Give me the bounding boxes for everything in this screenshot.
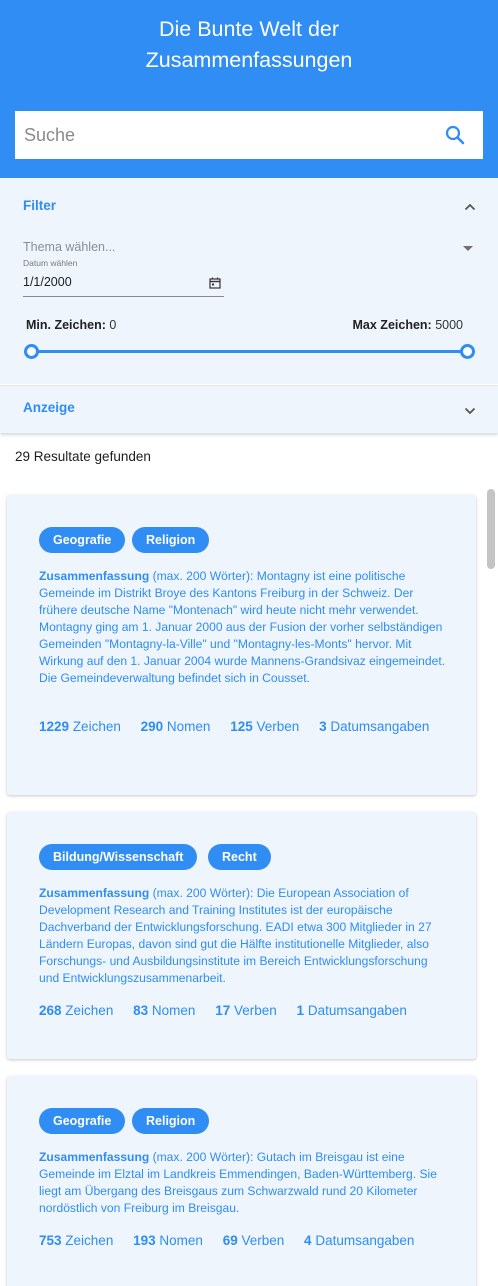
stat-nomen: 290 Nomen	[141, 717, 211, 737]
summary-text: Zusammenfassung (max. 200 Wörter): Gutac…	[39, 1149, 449, 1217]
stat-datum-label: Datumsangaben	[307, 1003, 407, 1018]
stat-verben-value: 125	[230, 719, 253, 734]
tag-chip[interactable]: Bildung/Wissenschaft	[39, 844, 198, 870]
tag-chip[interactable]: Religion	[132, 1108, 210, 1134]
stat-nomen-value: 290	[140, 719, 164, 734]
results-count: 29 Resultate gefunden	[15, 449, 151, 464]
result-card[interactable]: Bildung/Wissenschaft Recht Zusammenfassu…	[7, 812, 476, 1059]
stat-verben: 125 Verben	[230, 717, 299, 737]
search-box	[15, 111, 483, 159]
stat-datum-label: Datumsangaben	[315, 1233, 415, 1248]
stat-datum-value: 1	[296, 1003, 305, 1018]
stat-verben-label: Verben	[256, 719, 300, 734]
max-chars-handle[interactable]	[460, 344, 475, 359]
search-icon[interactable]	[443, 123, 467, 147]
stat-verben-label: Verben	[233, 1003, 277, 1018]
stat-nomen-label: Nomen	[151, 1003, 196, 1018]
max-chars-caption: Max Zeichen:	[352, 318, 432, 332]
stat-zeichen-value: 753	[39, 1233, 62, 1248]
search-input[interactable]	[24, 111, 434, 159]
app-header: Die Bunte Welt der Zusammenfassungen	[0, 0, 498, 178]
stat-datum: 4 Datumsangaben	[304, 1231, 414, 1251]
stat-verben-value: 17	[215, 1003, 231, 1018]
scrollbar-thumb[interactable]	[487, 489, 495, 569]
stat-datum: 3 Datumsangaben	[319, 717, 429, 737]
stat-nomen-label: Nomen	[159, 1233, 203, 1248]
summary-body: (max. 200 Wörter): Montagny ist eine pol…	[39, 569, 446, 685]
summary-text: Zusammenfassung (max. 200 Wörter): Monta…	[39, 568, 449, 687]
stat-verben: 69 Verben	[223, 1231, 285, 1251]
app-title-line-2: Zusammenfassungen	[145, 48, 353, 72]
stat-verben: 17 Verben	[215, 1001, 277, 1021]
caret-down-icon	[463, 246, 473, 251]
anzeige-title[interactable]: Anzeige	[23, 400, 75, 415]
stat-zeichen-label: Zeichen	[65, 1233, 114, 1248]
summary-label: Zusammenfassung	[39, 569, 150, 583]
stats-row: 1229 Zeichen 290 Nomen 125 Verben 3 Datu…	[39, 717, 459, 737]
min-chars-handle[interactable]	[24, 344, 39, 359]
result-card[interactable]: Geografie Religion Zusammenfassung (max.…	[7, 1076, 476, 1286]
min-chars-caption: Min. Zeichen:	[26, 318, 106, 332]
stat-datum-value: 4	[304, 1233, 312, 1248]
summary-body: (max. 200 Wörter): Die European Associat…	[39, 886, 432, 985]
stat-zeichen-value: 1229	[39, 719, 70, 734]
chevron-up-icon[interactable]	[462, 199, 478, 215]
summary-label: Zusammenfassung	[39, 886, 150, 900]
stat-datum-value: 3	[319, 719, 327, 734]
filter-title[interactable]: Filter	[23, 198, 56, 213]
anzeige-panel[interactable]: Anzeige	[0, 385, 498, 433]
chevron-down-icon[interactable]	[462, 403, 478, 419]
filter-panel: Filter Thema wählen... Datum wählen 1/1/…	[0, 178, 498, 384]
stat-nomen-label: Nomen	[166, 719, 211, 734]
min-chars-label: Min. Zeichen: 0	[26, 318, 116, 332]
stats-row: 268 Zeichen 83 Nomen 17 Verben 1 Datumsa…	[39, 1001, 459, 1021]
stat-nomen-value: 83	[133, 1003, 149, 1018]
tag-chip[interactable]: Religion	[132, 527, 210, 553]
summary-text: Zusammenfassung (max. 200 Wörter): Die E…	[39, 885, 449, 987]
tag-chip[interactable]: Recht	[208, 844, 271, 870]
chars-range-slider[interactable]	[31, 350, 467, 353]
stat-nomen: 83 Nomen	[133, 1001, 195, 1021]
max-chars-label: Max Zeichen: 5000	[353, 318, 463, 332]
app-title: Die Bunte Welt der Zusammenfassungen	[0, 14, 498, 76]
stat-zeichen: 1229 Zeichen	[39, 717, 121, 737]
stat-verben-label: Verben	[241, 1233, 285, 1248]
stat-zeichen-label: Zeichen	[65, 1003, 114, 1018]
tag-chip[interactable]: Geografie	[39, 527, 126, 553]
date-label: Datum wählen	[23, 258, 78, 268]
date-value: 1/1/2000	[23, 275, 72, 289]
topic-select[interactable]: Thema wählen...	[23, 238, 475, 258]
topic-select-placeholder: Thema wählen...	[23, 240, 116, 254]
stat-datum: 1 Datumsangaben	[297, 1001, 407, 1021]
stat-nomen: 193 Nomen	[133, 1231, 203, 1251]
min-chars-value: 0	[109, 318, 117, 332]
stat-zeichen: 268 Zeichen	[39, 1001, 113, 1021]
tag-chip[interactable]: Geografie	[39, 1108, 126, 1134]
scrollbar-track[interactable]	[486, 489, 496, 1286]
stat-verben-value: 69	[222, 1233, 238, 1248]
stat-datum-label: Datumsangaben	[330, 719, 430, 734]
stat-zeichen-label: Zeichen	[72, 719, 121, 734]
result-card[interactable]: Geografie Religion Zusammenfassung (max.…	[7, 495, 476, 795]
date-field[interactable]: 1/1/2000	[23, 272, 224, 297]
calendar-icon[interactable]	[209, 276, 221, 289]
stat-zeichen-value: 268	[39, 1003, 62, 1018]
stat-zeichen: 753 Zeichen	[39, 1231, 113, 1251]
stat-nomen-value: 193	[133, 1233, 156, 1248]
stats-row: 753 Zeichen 193 Nomen 69 Verben 4 Datums…	[39, 1231, 459, 1251]
max-chars-value: 5000	[435, 318, 463, 332]
summary-label: Zusammenfassung	[39, 1150, 150, 1164]
app-title-line-1: Die Bunte Welt der	[158, 17, 340, 41]
